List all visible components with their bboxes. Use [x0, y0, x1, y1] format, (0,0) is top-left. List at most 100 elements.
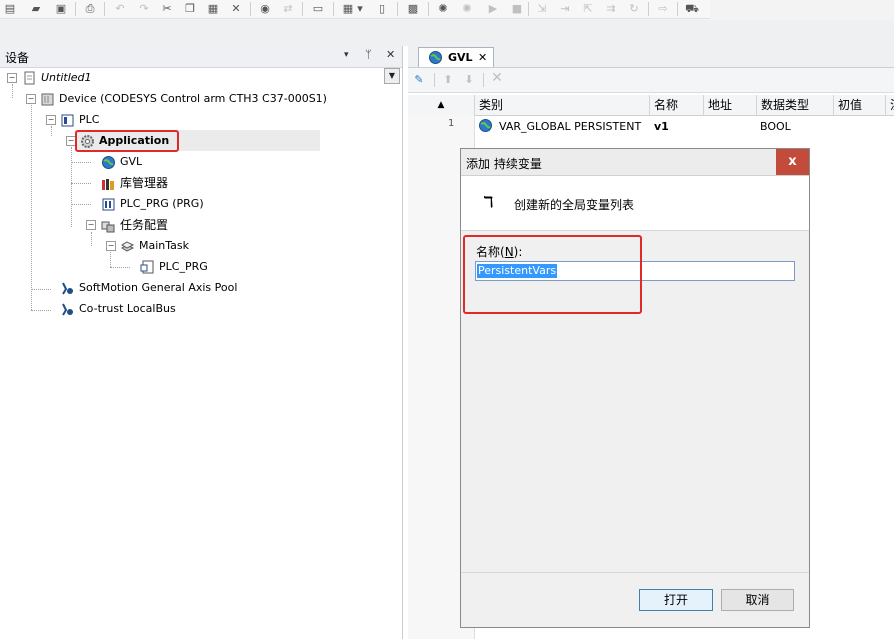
replace-icon[interactable]: ⇄ [281, 2, 295, 15]
tree-item-localbus[interactable]: Co-trust LocalBus [60, 300, 176, 318]
dialog-title: 添加 持续变量 [466, 157, 542, 171]
tree-line [31, 310, 51, 311]
new-file-icon[interactable]: ▤ [3, 2, 17, 15]
program-call-icon [140, 260, 155, 275]
view-dropdown-icon[interactable]: ▦ [341, 2, 355, 15]
collapse-toggle[interactable]: − [106, 241, 116, 251]
breakpoint-icon[interactable]: ⇉ [604, 2, 618, 15]
dialog-close-button[interactable]: x [776, 149, 809, 175]
toolbar-separator [104, 2, 105, 16]
toolbar-separator [528, 2, 529, 16]
column-header-name[interactable]: 名称 [650, 95, 704, 115]
tree-item-device[interactable]: Device (CODESYS Control arm CTH3 C37-000… [40, 90, 327, 108]
toolbar-separator [428, 2, 429, 16]
tree-item-plc-prg[interactable]: PLC_PRG (PRG) [101, 195, 204, 213]
globe-icon [101, 155, 116, 170]
tree-item-label: Co-trust LocalBus [79, 302, 176, 315]
tree-item-label: 任务配置 [120, 218, 169, 232]
tree-line [12, 84, 13, 98]
stop-icon[interactable]: ■ [510, 2, 524, 15]
reset-icon[interactable]: ↻ [627, 2, 641, 15]
column-header-comment[interactable]: 注 [886, 95, 894, 115]
table-row[interactable]: 1 VAR_GLOBAL PERSISTENT v1 BOOL [408, 116, 894, 136]
cut-icon[interactable]: ✂ [160, 2, 174, 15]
redo-icon[interactable]: ↷ [137, 2, 151, 15]
close-icon[interactable]: ✕ [478, 51, 487, 64]
library-icon [101, 177, 116, 192]
tree-item-main-task[interactable]: MainTask [120, 237, 189, 255]
plc-icon [60, 113, 75, 128]
tree-item-label: Device (CODESYS Control arm CTH3 C37-000… [59, 92, 327, 105]
axis-pool-icon [60, 281, 75, 296]
step-into-icon[interactable]: ⇲ [535, 2, 549, 15]
column-header-address[interactable]: 地址 [704, 95, 757, 115]
tree-item-label: PLC_PRG (PRG) [120, 197, 204, 210]
tree-item-plc[interactable]: PLC [60, 111, 99, 129]
login-icon[interactable]: ✺ [436, 2, 450, 15]
tree-item-gvl[interactable]: GVL [101, 153, 142, 171]
column-header-type[interactable]: 数据类型 [757, 95, 834, 115]
logout-icon[interactable]: ✺ [460, 2, 474, 15]
tree-item-task-program-call[interactable]: PLC_PRG [140, 258, 208, 276]
collapse-toggle[interactable]: − [7, 73, 17, 83]
toolbar-separator [250, 2, 251, 16]
move-down-icon[interactable]: ⬇ [462, 73, 476, 86]
add-variable-icon[interactable]: ✎ [412, 73, 426, 86]
globe-icon [428, 50, 443, 68]
cancel-button[interactable]: 取消 [721, 589, 794, 611]
tree-line [110, 252, 111, 267]
tab-gvl[interactable]: GVL ✕ [418, 47, 494, 67]
page-icon[interactable]: ▯ [375, 2, 389, 15]
column-header-category[interactable]: 类别 [475, 95, 650, 115]
tree-item-task-config[interactable]: 任务配置 [101, 216, 168, 234]
undo-icon[interactable]: ↶ [113, 2, 127, 15]
delete-icon[interactable]: ✕ [229, 2, 243, 15]
chevron-down-icon[interactable]: ▾ [356, 2, 364, 15]
tab-label: GVL [448, 51, 473, 64]
close-icon[interactable]: ✕ [386, 48, 395, 61]
write-icon[interactable]: ⇨ [656, 2, 670, 15]
tree-item-axis-pool[interactable]: SoftMotion General Axis Pool [60, 279, 237, 297]
tree-item-library-manager[interactable]: 库管理器 [101, 174, 168, 192]
pin-icon[interactable]: ᛘ [365, 48, 372, 61]
sort-column[interactable]: ▲ [408, 95, 475, 115]
tree-item-label: SoftMotion General Axis Pool [79, 281, 238, 294]
window-icon[interactable]: ▭ [311, 2, 325, 15]
editor-toolbar: ✎ ⬆ ⬇ ✕ [408, 68, 894, 93]
copy-icon[interactable]: ❐ [183, 2, 197, 15]
program-icon [101, 197, 116, 212]
cart-icon[interactable]: ⛟ [685, 2, 699, 15]
task-config-icon [101, 219, 116, 234]
toolbar-separator [302, 2, 303, 16]
delete-icon[interactable]: ✕ [490, 71, 504, 85]
run-icon[interactable]: ▶ [486, 2, 500, 15]
column-header-init[interactable]: 初值 [834, 95, 886, 115]
paste-icon[interactable]: ▦ [206, 2, 220, 15]
open-button[interactable]: 打开 [639, 589, 713, 611]
tree-line [71, 204, 91, 205]
step-over-icon[interactable]: ⇥ [558, 2, 572, 15]
print-icon[interactable]: ⎙ [83, 2, 97, 15]
find-icon[interactable]: ◉ [258, 2, 272, 15]
panel-menu-icon[interactable]: ▾ [344, 50, 349, 60]
annotation-highlight-box [463, 235, 642, 314]
toolbar-separator [75, 2, 76, 16]
tree-item-label: GVL [120, 155, 143, 168]
save-icon[interactable]: ▣ [54, 2, 68, 15]
collapse-toggle[interactable]: − [26, 94, 36, 104]
tree-line [31, 289, 51, 290]
step-out-icon[interactable]: ⇱ [581, 2, 595, 15]
project-icon [22, 71, 37, 86]
collapse-toggle[interactable]: − [46, 115, 56, 125]
build-icon[interactable]: ▩ [406, 2, 420, 15]
open-folder-icon[interactable]: ▰ [29, 2, 43, 15]
move-up-icon[interactable]: ⬆ [441, 73, 455, 86]
devices-dropdown-button[interactable]: ▼ [384, 68, 400, 84]
tree-line [71, 147, 72, 227]
toolbar-separator [648, 2, 649, 16]
cell-name[interactable]: v1 [654, 120, 669, 133]
cell-category[interactable]: VAR_GLOBAL PERSISTENT [499, 120, 641, 133]
tree-item-project[interactable]: Untitled1 [22, 69, 92, 87]
cell-type[interactable]: BOOL [760, 120, 791, 133]
collapse-toggle[interactable]: − [86, 220, 96, 230]
